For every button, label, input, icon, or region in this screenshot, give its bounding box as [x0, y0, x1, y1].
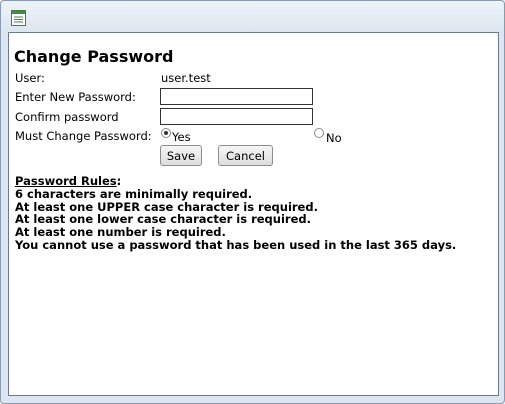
save-button[interactable]: Save [160, 145, 202, 166]
password-rules-heading-line: Password Rules: [15, 175, 456, 188]
new-password-input[interactable] [160, 88, 313, 105]
password-rule-item: You cannot use a password that has been … [15, 237, 457, 252]
must-change-no-label[interactable]: No [326, 131, 342, 145]
must-change-yes-label[interactable]: Yes [172, 130, 191, 144]
password-rules: Password Rules: 6 characters are minimal… [15, 175, 456, 252]
password-rules-heading-colon: : [116, 174, 122, 188]
password-rule-item: 6 characters are minimally required. [15, 186, 253, 201]
user-value: user.test [161, 71, 211, 85]
password-rules-heading: Password Rules [15, 174, 117, 188]
confirm-password-input[interactable] [160, 108, 313, 125]
dialog-title: Change Password [14, 47, 174, 66]
cancel-button[interactable]: Cancel [218, 145, 273, 166]
must-change-yes-radio[interactable] [161, 128, 171, 138]
document-list-icon [11, 10, 26, 26]
dialog-content: Change Password User: user.test Enter Ne… [8, 32, 499, 396]
must-change-password-label: Must Change Password: [15, 129, 152, 143]
must-change-no-radio[interactable] [314, 128, 324, 138]
dialog-window: Change Password User: user.test Enter Ne… [0, 0, 505, 404]
new-password-label: Enter New Password: [15, 90, 136, 104]
confirm-password-label: Confirm password [15, 110, 119, 124]
window-titlebar[interactable] [1, 1, 504, 31]
user-label: User: [15, 71, 45, 85]
